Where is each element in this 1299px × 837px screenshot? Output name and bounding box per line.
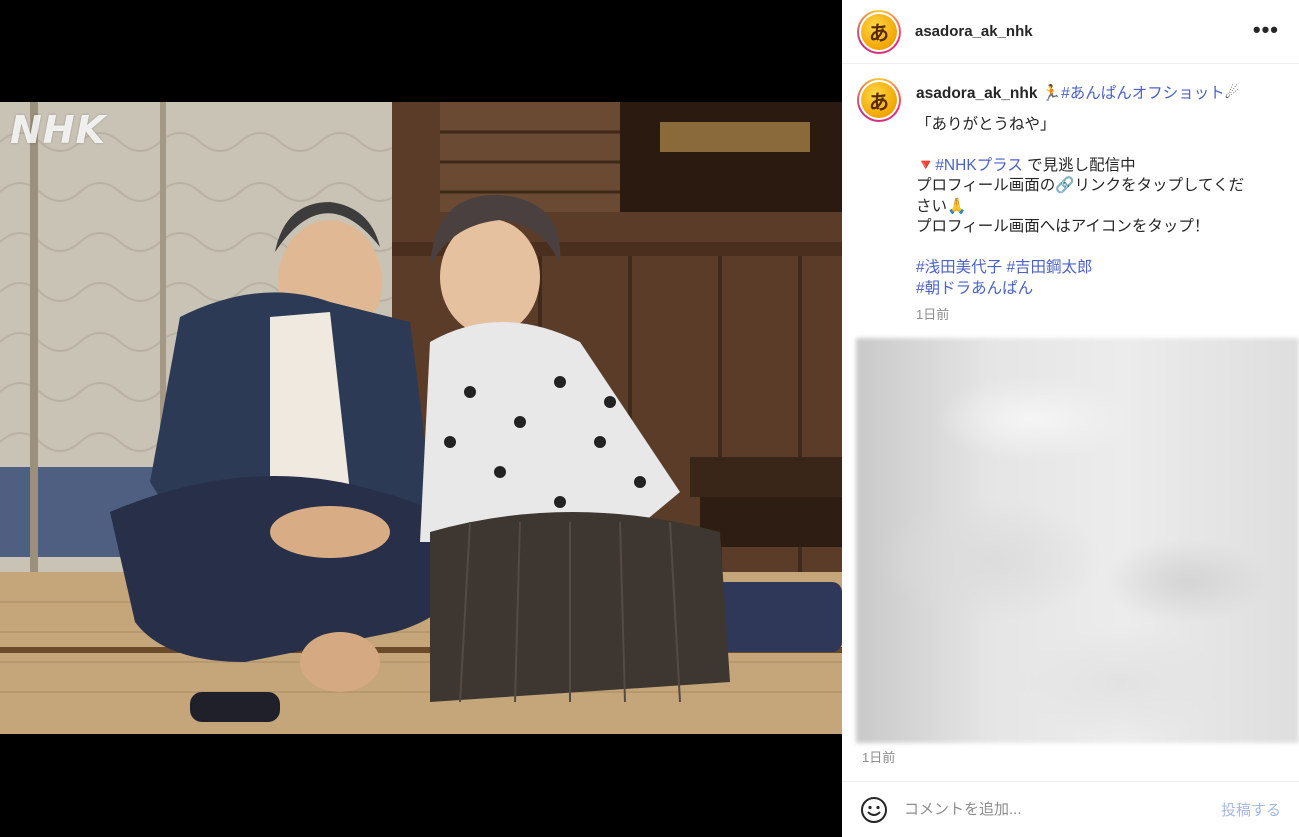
- red-triangle-emoji: 🔻: [916, 156, 936, 174]
- hashtag-offshot[interactable]: #あんぱんオフショット: [1061, 85, 1225, 102]
- post-header: あ asadora_ak_nhk •••: [842, 0, 1299, 64]
- caption-avatar[interactable]: あ: [857, 78, 901, 122]
- avatar-logo: あ: [861, 13, 897, 50]
- more-horizontal-icon[interactable]: •••: [1253, 18, 1279, 42]
- link-emoji: 🔗: [1055, 177, 1075, 194]
- post-comment-button[interactable]: 投稿する: [1221, 799, 1281, 820]
- hashtag-yoshida[interactable]: #吉田鋼太郎: [1006, 259, 1092, 276]
- photo-illustration: [0, 102, 842, 734]
- account-avatar[interactable]: あ: [857, 9, 901, 54]
- caption-text: asadora_ak_nhk 🏃#あんぱんオフショット☄ 「ありがとうねや」 🔻…: [916, 84, 1261, 326]
- smile-icon[interactable]: [860, 796, 888, 824]
- hashtag-nhkplus[interactable]: #NHKプラス: [935, 157, 1023, 174]
- post-photo[interactable]: NHK: [0, 102, 842, 734]
- post-side-panel: あ asadora_ak_nhk ••• あ asadora_ak_nhk 🏃#…: [842, 0, 1299, 837]
- media-pane[interactable]: NHK: [0, 0, 842, 837]
- caption-username[interactable]: asadora_ak_nhk: [916, 85, 1038, 102]
- hashtag-asada[interactable]: #浅田美代子: [916, 259, 1002, 276]
- comment-input[interactable]: [904, 801, 1204, 818]
- caption-block: あ asadora_ak_nhk 🏃#あんぱんオフショット☄ 「ありがとうねや」…: [842, 64, 1299, 326]
- caption-profile-text-1b: リンクをタップしてくだ: [1074, 177, 1245, 194]
- caption-stream-text: で見逃し配信中: [1022, 156, 1136, 174]
- comet-emoji: ☄: [1224, 85, 1239, 102]
- runner-emoji: 🏃: [1041, 85, 1062, 102]
- caption-profile-text-2: さい: [916, 197, 948, 215]
- caption-profile-text-1: プロフィール画面の: [916, 177, 1056, 194]
- avatar-logo: あ: [861, 82, 897, 118]
- caption-profile-text-3: プロフィール画面へはアイコンをタップ！: [916, 218, 1210, 235]
- nhk-watermark: NHK: [10, 108, 107, 152]
- hashtag-asadora[interactable]: #朝ドラあんぱん: [916, 280, 1033, 297]
- header-username[interactable]: asadora_ak_nhk: [915, 23, 1033, 40]
- comment-bar: 投稿する: [842, 781, 1299, 837]
- post-timestamp: 1日前: [862, 749, 896, 765]
- instagram-post-viewer: NHK あ asadora_ak_nhk ••• あ asadora_ak_nh…: [0, 0, 1299, 837]
- pray-emoji: 🙏: [947, 197, 967, 215]
- caption-quote: 「ありがとうねや」: [916, 115, 1056, 133]
- blurred-comments-area: [856, 337, 1299, 743]
- caption-timestamp: 1日前: [916, 307, 950, 322]
